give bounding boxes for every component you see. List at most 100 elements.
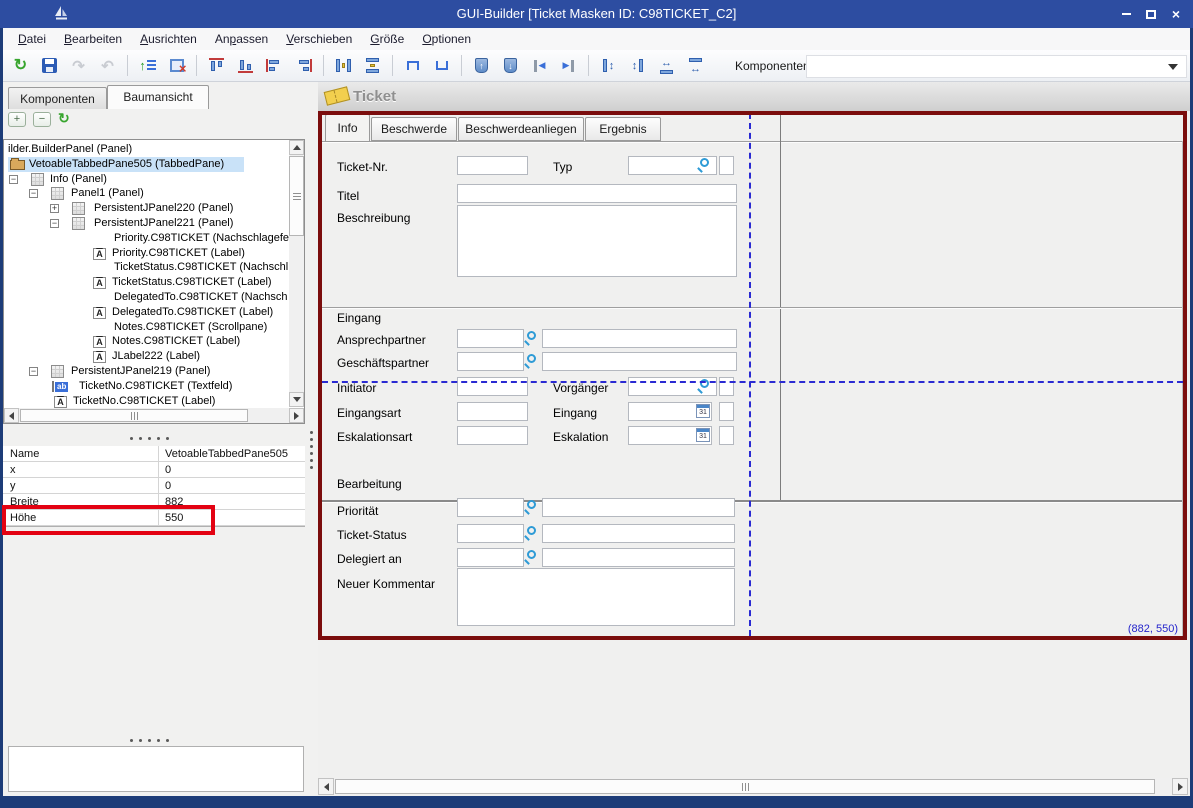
move-right-button[interactable]: ▶ xyxy=(556,53,581,78)
close-button[interactable]: × xyxy=(1166,6,1186,22)
redo-button[interactable]: ↷ xyxy=(66,53,91,78)
tree-item[interactable]: Notes.C98TICKET (Scrollpane) xyxy=(4,320,287,335)
ticket-nr-input[interactable] xyxy=(457,156,528,175)
ansprechpartner-name-input[interactable] xyxy=(542,329,737,348)
tree-item[interactable]: ADelegatedTo.C98TICKET (Label) xyxy=(4,305,287,320)
tree-hscrollbar-thumb[interactable] xyxy=(20,409,248,422)
lookup-icon[interactable] xyxy=(527,500,536,509)
canvas-scroll-right-button[interactable] xyxy=(1172,778,1188,795)
tab-ergebnis[interactable]: Ergebnis xyxy=(585,117,661,141)
lookup-icon[interactable] xyxy=(700,158,709,167)
shield-down-button[interactable]: ↓ xyxy=(498,53,523,78)
lookup-icon[interactable] xyxy=(527,354,536,363)
shield-up-button[interactable]: ↑ xyxy=(469,53,494,78)
tree-scroll-right-button[interactable] xyxy=(289,408,304,423)
ticket-status-name-input[interactable] xyxy=(542,524,735,543)
tree-toggle[interactable]: + xyxy=(50,204,59,213)
tree-item[interactable]: Priority.C98TICKET (Nachschlagefe xyxy=(4,231,287,246)
ticket-status-input[interactable] xyxy=(457,524,524,543)
grow-height-button[interactable]: ↕ xyxy=(596,53,621,78)
lookup-icon[interactable] xyxy=(527,526,536,535)
komponenten-combobox[interactable] xyxy=(806,55,1187,78)
calendar-icon[interactable]: 31 xyxy=(696,404,710,418)
tree-expand-button[interactable]: + xyxy=(8,112,26,127)
menu-ausrichten[interactable]: Ausrichten xyxy=(131,30,206,48)
lookup-icon[interactable] xyxy=(527,331,536,340)
align-top-button[interactable] xyxy=(204,53,229,78)
grow-width-button[interactable]: ↔ xyxy=(654,53,679,78)
tree-toggle[interactable]: − xyxy=(29,189,38,198)
geschaeftspartner-name-input[interactable] xyxy=(542,352,737,371)
shrink-height-button[interactable]: ↕ xyxy=(625,53,650,78)
delegiert-an-input[interactable] xyxy=(457,548,524,567)
tree-item[interactable]: TicketStatus.C98TICKET (Nachschl xyxy=(4,260,287,275)
property-row-y[interactable]: y0 xyxy=(3,478,305,494)
tree-item[interactable]: −PersistentJPanel219 (Panel) xyxy=(4,364,287,379)
eingangsart-input[interactable] xyxy=(457,402,528,421)
refresh-button[interactable]: ↻ xyxy=(8,53,33,78)
tree-toggle[interactable]: − xyxy=(29,367,38,376)
calendar-icon[interactable]: 31 xyxy=(696,428,710,442)
tree-scroll-down-button[interactable] xyxy=(289,392,304,407)
tree-item[interactable]: ilder.BuilderPanel (Panel) xyxy=(4,142,287,157)
tree-item-selected[interactable]: VetoableTabbedPane505 (TabbedPane) xyxy=(4,157,287,172)
tab-beschwerde[interactable]: Beschwerde xyxy=(371,117,457,141)
align-right-button[interactable] xyxy=(291,53,316,78)
splitter-grip-horizontal[interactable] xyxy=(130,739,169,742)
move-left-button[interactable]: ◀ xyxy=(527,53,552,78)
align-left-button[interactable] xyxy=(262,53,287,78)
move-up-tree-button[interactable]: ↑ xyxy=(135,53,160,78)
undo-button[interactable]: ↶ xyxy=(95,53,120,78)
h-gap-equal-button[interactable] xyxy=(429,53,454,78)
maximize-button[interactable] xyxy=(1141,6,1161,22)
tab-info[interactable]: Info xyxy=(325,114,370,142)
property-row-x[interactable]: x0 xyxy=(3,462,305,478)
menu-datei[interactable]: Datei xyxy=(9,30,55,48)
menu-bearbeiten[interactable]: Bearbeiten xyxy=(55,30,131,48)
tab-beschwerdeanliegen[interactable]: Beschwerdeanliegen xyxy=(458,117,584,141)
tree-toggle[interactable]: − xyxy=(9,175,18,184)
beschreibung-textarea[interactable] xyxy=(457,205,737,277)
tree-item[interactable]: −PersistentJPanel221 (Panel) xyxy=(4,216,287,231)
tree-item[interactable]: AJLabel222 (Label) xyxy=(4,349,287,364)
menu-groesse[interactable]: Größe xyxy=(361,30,413,48)
tree-item[interactable]: abTicketNo.C98TICKET (Textfeld) xyxy=(4,379,287,394)
delete-component-button[interactable]: × xyxy=(164,53,189,78)
splitter-grip-vertical[interactable] xyxy=(310,431,313,469)
tree-item[interactable]: APriority.C98TICKET (Label) xyxy=(4,246,287,261)
menu-verschieben[interactable]: Verschieben xyxy=(277,30,361,48)
canvas-scroll-left-button[interactable] xyxy=(318,778,334,795)
h-gap-button[interactable] xyxy=(400,53,425,78)
tree-collapse-button[interactable]: − xyxy=(33,112,51,127)
lookup-icon[interactable] xyxy=(527,550,536,559)
canvas-hscrollbar-thumb[interactable] xyxy=(335,779,1155,794)
minimize-button[interactable] xyxy=(1116,6,1136,22)
same-width-button[interactable] xyxy=(360,53,385,78)
align-bottom-button[interactable] xyxy=(233,53,258,78)
same-height-button[interactable] xyxy=(331,53,356,78)
prioritaet-name-input[interactable] xyxy=(542,498,735,517)
tree-toggle[interactable]: − xyxy=(50,219,59,228)
tree-item[interactable]: ANotes.C98TICKET (Label) xyxy=(4,334,287,349)
tree-scroll-up-button[interactable] xyxy=(289,140,304,155)
tab-komponenten[interactable]: Komponenten xyxy=(8,87,107,109)
tree-vscrollbar-thumb[interactable] xyxy=(289,156,304,236)
property-row-name[interactable]: NameVetoableTabbedPane505 xyxy=(3,446,305,462)
tree-item[interactable]: +PersistentJPanel220 (Panel) xyxy=(4,201,287,216)
save-button[interactable] xyxy=(37,53,62,78)
tree-refresh-button[interactable]: ↻ xyxy=(58,110,70,127)
tab-baumansicht[interactable]: Baumansicht xyxy=(107,85,209,109)
titel-input[interactable] xyxy=(457,184,737,203)
menu-anpassen[interactable]: Anpassen xyxy=(206,30,277,48)
shrink-width-button[interactable]: ↔ xyxy=(683,53,708,78)
tree-item[interactable]: ATicketStatus.C98TICKET (Label) xyxy=(4,275,287,290)
detail-box[interactable] xyxy=(8,746,304,792)
geschaeftspartner-input[interactable] xyxy=(457,352,524,371)
tree-item[interactable]: DelegatedTo.C98TICKET (Nachsch xyxy=(4,290,287,305)
delegiert-an-name-input[interactable] xyxy=(542,548,735,567)
eskalationsart-input[interactable] xyxy=(457,426,528,445)
tree-scroll-left-button[interactable] xyxy=(4,408,19,423)
neuer-kommentar-textarea[interactable] xyxy=(457,568,735,626)
tree-item[interactable]: ATicketNo.C98TICKET (Label) xyxy=(4,394,287,409)
tree-item[interactable]: −Panel1 (Panel) xyxy=(4,186,287,201)
